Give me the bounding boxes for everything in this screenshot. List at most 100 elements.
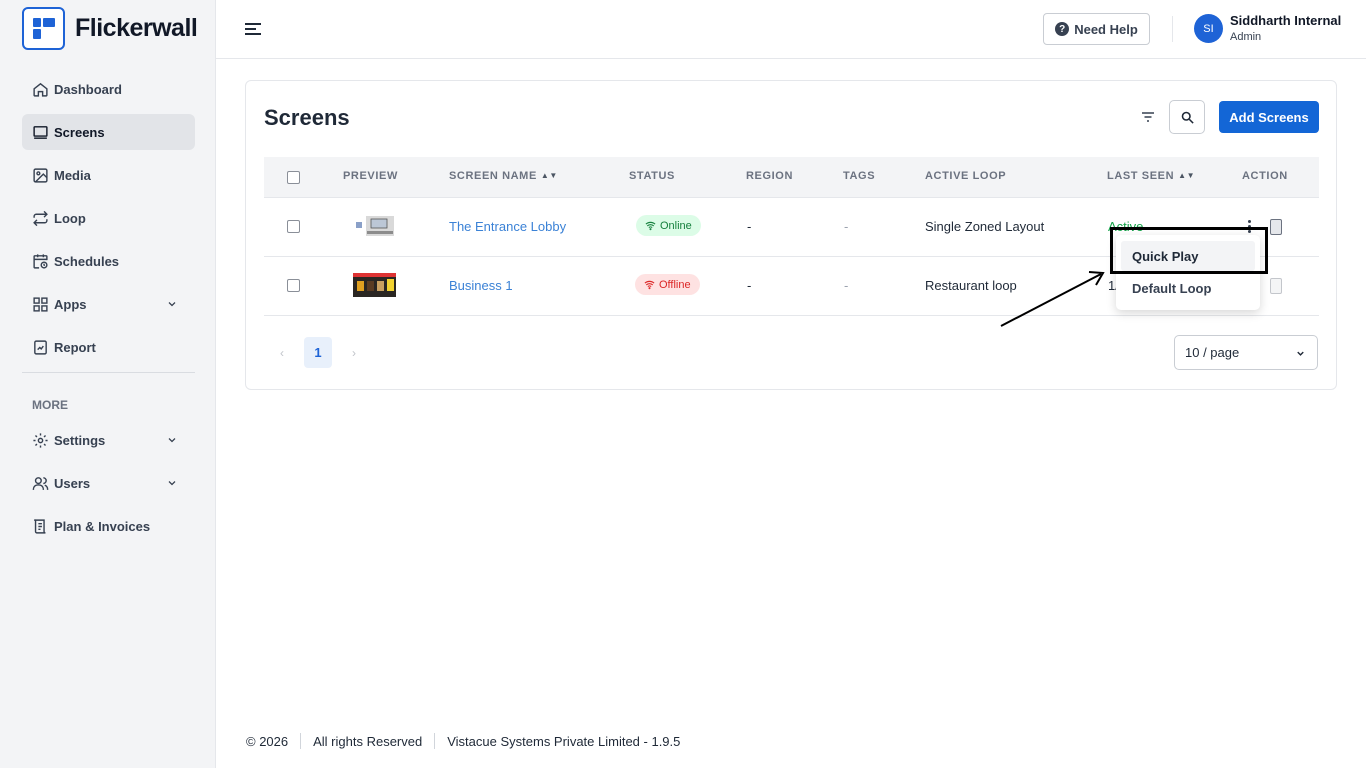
sidebar-item-report[interactable]: Report (22, 329, 195, 365)
logo-icon (22, 7, 65, 50)
sidebar: Flickerwall Dashboard Screens Media Loop… (0, 0, 216, 768)
invoice-icon (34, 518, 46, 534)
user-name[interactable]: Siddharth Internal (1230, 13, 1341, 28)
action-menu: Quick Play Default Loop (1116, 235, 1260, 310)
column-header-last-seen[interactable]: LAST SEEN ▲▼ (1107, 170, 1195, 182)
sidebar-item-media[interactable]: Media (22, 157, 195, 193)
row-checkbox[interactable] (287, 220, 300, 233)
footer: © 2026 All rights Reserved Vistacue Syst… (246, 733, 680, 749)
column-header-screen-name[interactable]: SCREEN NAME ▲▼ (449, 170, 558, 182)
app-name: Flickerwall (75, 14, 198, 42)
pagination-prev[interactable]: ‹ (280, 346, 284, 360)
sidebar-nav: Dashboard Screens Media Loop Schedules A… (22, 71, 195, 551)
sidebar-item-label: Users (54, 475, 91, 491)
report-chart-icon (34, 339, 47, 355)
sidebar-item-label: Schedules (54, 253, 120, 269)
last-seen-cell: Active (1108, 219, 1144, 234)
screen-name-link[interactable]: Business 1 (449, 278, 513, 293)
page-title: Screens (264, 105, 350, 130)
tags-cell: - (844, 219, 849, 234)
sidebar-item-label: Media (54, 167, 91, 183)
monitor-icon (33, 125, 48, 139)
status-label: Offline (659, 278, 691, 291)
top-header: ? Need Help SI Siddharth Internal Admin (216, 0, 1366, 59)
sidebar-item-label: Report (54, 339, 96, 355)
sidebar-item-settings[interactable]: Settings (22, 422, 195, 458)
sidebar-item-label: Screens (54, 124, 105, 140)
header-divider (1172, 16, 1173, 42)
menu-item-quick-play[interactable]: Quick Play (1121, 241, 1255, 271)
wifi-icon (645, 221, 656, 231)
active-loop-cell: Single Zoned Layout (925, 219, 1045, 234)
sort-icon: ▲▼ (540, 171, 558, 180)
sidebar-divider (22, 372, 195, 373)
sidebar-item-label: Loop (54, 210, 86, 226)
column-header-preview: PREVIEW (343, 170, 398, 182)
pagination-next[interactable]: › (352, 346, 356, 360)
table-header: PREVIEW SCREEN NAME ▲▼ STATUS REGION TAGS… (264, 157, 1319, 198)
column-header-status: STATUS (629, 170, 675, 182)
sidebar-item-plan-invoices[interactable]: Plan & Invoices (22, 508, 195, 544)
select-all-checkbox[interactable] (287, 171, 300, 184)
search-icon (1181, 111, 1194, 124)
search-button[interactable] (1169, 100, 1205, 134)
sidebar-item-label: Plan & Invoices (54, 518, 151, 534)
footer-company: Vistacue Systems Private Limited - 1.9.5 (447, 733, 681, 749)
page-size-select[interactable]: 10 / page (1174, 335, 1318, 370)
column-header-active-loop: ACTIVE LOOP (925, 170, 1007, 182)
sidebar-item-schedules[interactable]: Schedules (22, 243, 195, 279)
sidebar-item-screens[interactable]: Screens (22, 114, 195, 150)
footer-divider (434, 733, 436, 749)
page-size-value: 10 / page (1185, 345, 1240, 360)
region-cell: - (747, 219, 752, 234)
repeat-icon (33, 210, 48, 226)
user-role: Admin (1230, 31, 1262, 43)
chevron-down-icon (1297, 351, 1304, 356)
need-help-button[interactable]: ? Need Help (1043, 13, 1150, 45)
sidebar-item-label: Apps (54, 296, 87, 312)
logo[interactable]: Flickerwall (22, 7, 198, 50)
screen-preview-icon[interactable] (1270, 219, 1282, 235)
screen-preview-icon[interactable] (1270, 278, 1282, 294)
annotation-arrow (1000, 271, 1105, 327)
question-icon: ? (1055, 22, 1070, 36)
menu-toggle-icon[interactable] (243, 19, 263, 39)
wifi-icon (644, 280, 655, 290)
status-label: Online (660, 219, 692, 232)
footer-copyright: © 2026 (246, 733, 289, 749)
pagination-page-1[interactable]: 1 (304, 337, 332, 368)
footer-rights: All rights Reserved (313, 733, 423, 749)
chevron-down-icon (168, 481, 176, 486)
sidebar-item-label: Settings (54, 432, 106, 448)
image-icon (33, 167, 48, 183)
add-screens-button[interactable]: Add Screens (1219, 101, 1319, 133)
sidebar-item-loop[interactable]: Loop (22, 200, 195, 236)
need-help-label: Need Help (1074, 21, 1138, 37)
column-header-tags: TAGS (843, 170, 876, 182)
menu-item-default-loop[interactable]: Default Loop (1121, 273, 1255, 303)
sidebar-item-users[interactable]: Users (22, 465, 195, 501)
chevron-down-icon (168, 438, 176, 443)
more-actions-icon[interactable] (1248, 220, 1252, 234)
column-header-label: LAST SEEN (1107, 170, 1175, 182)
column-header-label: SCREEN NAME (449, 170, 537, 182)
status-badge: Online (636, 215, 701, 236)
sidebar-item-apps[interactable]: Apps (22, 286, 195, 322)
sidebar-item-label: Dashboard (54, 81, 122, 97)
calendar-clock-icon (33, 253, 48, 269)
status-badge: Offline (635, 274, 700, 295)
filter-icon[interactable] (1140, 109, 1156, 125)
sidebar-section-label: MORE (32, 398, 68, 412)
screen-preview-thumbnail[interactable] (353, 214, 396, 238)
tags-cell: - (844, 278, 849, 293)
screen-name-link[interactable]: The Entrance Lobby (449, 219, 566, 234)
sidebar-item-dashboard[interactable]: Dashboard (22, 71, 195, 107)
column-header-action: ACTION (1242, 170, 1288, 182)
gear-icon (33, 432, 48, 448)
footer-divider (300, 733, 302, 749)
screen-preview-thumbnail[interactable] (353, 273, 396, 297)
home-icon (33, 82, 48, 97)
apps-grid-icon (33, 296, 48, 312)
row-checkbox[interactable] (287, 279, 300, 292)
avatar[interactable]: SI (1194, 14, 1223, 43)
